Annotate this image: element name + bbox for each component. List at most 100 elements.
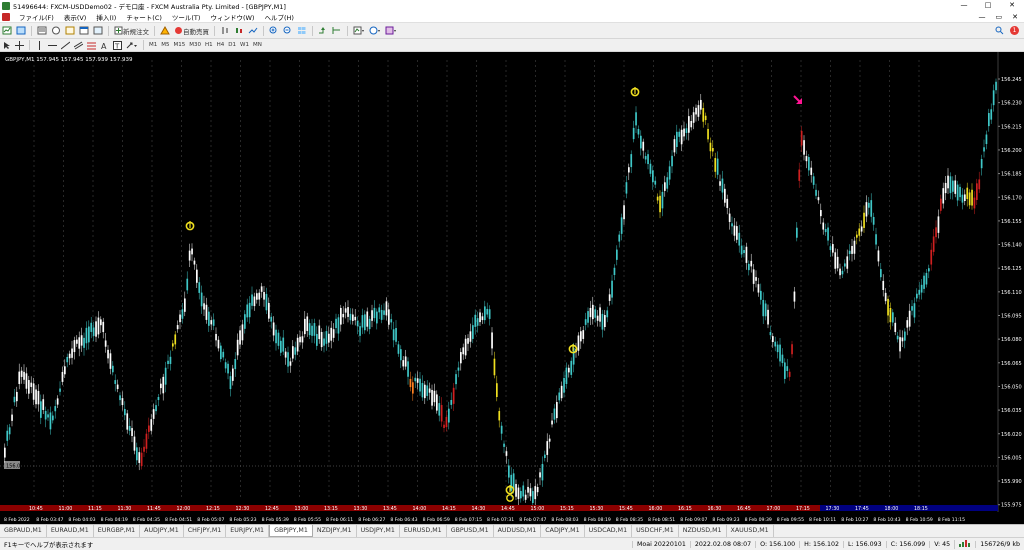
chart-tab[interactable]: USDCHF,M1 <box>632 525 679 537</box>
candle-body <box>11 414 13 421</box>
candle-body <box>378 307 381 313</box>
menu-tools[interactable]: ツール(T) <box>167 12 206 22</box>
candle-body <box>294 347 297 355</box>
candle-body <box>875 234 877 245</box>
menu-window[interactable]: ウィンドウ(W) <box>205 12 259 22</box>
navigator-icon[interactable] <box>64 25 76 36</box>
time-axis-label: 8 Feb 08:35 <box>616 517 643 523</box>
market-watch-icon[interactable] <box>36 25 48 36</box>
timeframe-m30[interactable]: M30 <box>187 42 203 48</box>
new-order-button[interactable]: 新規注文 <box>113 25 150 36</box>
bar-chart-icon[interactable] <box>219 25 231 36</box>
separator <box>108 25 109 36</box>
child-minimize-button[interactable]: — <box>979 13 986 21</box>
chart-canvas[interactable]: 156.0 GBPJPY,M1 157.945 157.945 157.939 … <box>0 52 1024 524</box>
candlestick-icon[interactable] <box>233 25 245 36</box>
channel-icon[interactable] <box>73 40 84 51</box>
horizontal-line-icon[interactable] <box>47 40 58 51</box>
chart-tab[interactable]: GBPUSD,M1 <box>447 525 494 537</box>
candle-body <box>913 303 916 318</box>
candle-body <box>863 212 865 228</box>
timeframe-mn[interactable]: MN <box>251 42 264 48</box>
timeframe-m1[interactable]: M1 <box>147 42 159 48</box>
candle-body <box>162 376 165 394</box>
chart-tab[interactable]: EURJPY,M1 <box>226 525 270 537</box>
maximize-button[interactable]: □ <box>976 0 1000 11</box>
auto-trading-button[interactable]: 自動売買 <box>173 25 210 36</box>
search-icon[interactable] <box>994 25 1005 36</box>
chart-tab[interactable]: EURUSD,M1 <box>400 525 447 537</box>
zoom-out-icon[interactable] <box>282 25 294 36</box>
candle-body <box>529 488 532 497</box>
timeframe-h1[interactable]: H1 <box>203 42 215 48</box>
child-close-button[interactable]: ✕ <box>1012 13 1018 21</box>
candle-body <box>551 420 553 425</box>
chart-shift-icon[interactable] <box>331 25 343 36</box>
crosshair-icon[interactable] <box>14 40 25 51</box>
session-label: 15:00 <box>531 506 545 512</box>
candle-body <box>241 324 244 341</box>
fibonacci-icon[interactable] <box>86 40 97 51</box>
terminal-icon[interactable] <box>78 25 90 36</box>
menu-view[interactable]: 表示(V) <box>59 12 92 22</box>
chart-tab[interactable]: USDCAD,M1 <box>585 525 633 537</box>
arrows-icon[interactable] <box>125 40 139 51</box>
candle-body <box>632 127 635 140</box>
candle-body <box>385 301 388 316</box>
tile-windows-icon[interactable] <box>296 25 308 36</box>
chart-tab[interactable]: USDJPY,M1 <box>357 525 400 537</box>
chart-tab[interactable]: CHFJPY,M1 <box>184 525 227 537</box>
new-chart-icon[interactable] <box>1 25 13 36</box>
chart-tab[interactable]: AUDUSD,M1 <box>494 525 542 537</box>
chart-tab[interactable]: NZDJPY,M1 <box>313 525 357 537</box>
tester-icon[interactable] <box>92 25 104 36</box>
candle-body <box>224 362 227 369</box>
auto-scroll-icon[interactable] <box>317 25 329 36</box>
indicators-icon[interactable] <box>352 25 366 36</box>
candle-body <box>40 401 42 418</box>
templates-icon[interactable] <box>384 25 398 36</box>
chart-tab[interactable]: AUDJPY,M1 <box>140 525 184 537</box>
candle-body <box>263 292 265 300</box>
price-chart[interactable]: 156.0 GBPJPY,M1 157.945 157.945 157.939 … <box>0 52 1024 524</box>
chart-tab[interactable]: GBPAUD,M1 <box>0 525 47 537</box>
minimize-button[interactable]: — <box>952 0 976 11</box>
candle-body <box>635 112 637 126</box>
timeframe-m5[interactable]: M5 <box>159 42 171 48</box>
chart-tab[interactable]: XAUUSD,M1 <box>727 525 774 537</box>
vertical-line-icon[interactable] <box>34 40 45 51</box>
trendline-icon[interactable] <box>60 40 71 51</box>
chart-tab[interactable]: NZDUSD,M1 <box>679 525 727 537</box>
data-window-icon[interactable] <box>50 25 62 36</box>
candle-body <box>880 269 882 278</box>
line-chart-icon[interactable] <box>247 25 259 36</box>
timeframe-h4[interactable]: H4 <box>215 42 227 48</box>
timeframe-w1[interactable]: W1 <box>238 42 251 48</box>
chart-tab[interactable]: CADJPY,M1 <box>541 525 585 537</box>
price-tick-label: 156.155 <box>1001 219 1022 225</box>
candle-body <box>733 225 736 236</box>
chart-tab[interactable]: EURGBP,M1 <box>94 525 141 537</box>
profiles-icon[interactable] <box>15 25 27 36</box>
chart-tab[interactable]: EURAUD,M1 <box>47 525 94 537</box>
menu-help[interactable]: ヘルプ(H) <box>259 12 298 22</box>
chart-tab[interactable]: GBPJPY,M1 <box>269 525 313 537</box>
candle-body <box>388 309 390 325</box>
candle-body <box>131 428 133 437</box>
zoom-in-icon[interactable] <box>268 25 280 36</box>
close-button[interactable]: ✕ <box>1000 0 1024 11</box>
metaeditor-icon[interactable] <box>159 25 171 36</box>
timeframe-d1[interactable]: D1 <box>226 42 238 48</box>
menu-chart[interactable]: チャート(C) <box>121 12 167 22</box>
timeframe-m15[interactable]: M15 <box>172 42 188 48</box>
time-axis-label: 8 Feb 10:27 <box>841 517 868 523</box>
notification-badge[interactable]: 1 <box>1010 26 1019 35</box>
candle-body <box>452 387 455 404</box>
text-label-icon[interactable]: T <box>112 40 123 51</box>
menu-file[interactable]: ファイル(F) <box>14 12 59 22</box>
menu-insert[interactable]: 挿入(I) <box>91 12 121 22</box>
text-icon[interactable]: A <box>99 40 110 51</box>
cursor-icon[interactable] <box>1 40 12 51</box>
child-restore-button[interactable]: ▭ <box>996 13 1003 21</box>
periods-icon[interactable] <box>368 25 382 36</box>
